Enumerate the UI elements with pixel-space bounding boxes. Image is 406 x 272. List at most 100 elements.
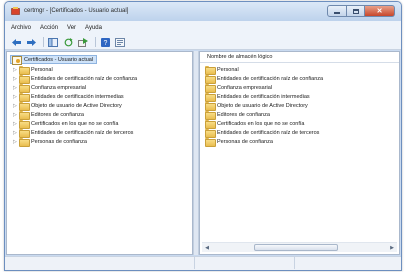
tree-item-trusted-publishers[interactable]: ▷ Editores de confianza: [13, 110, 84, 120]
tree-pane: Certificados - Usuario actual ▷ Personal …: [6, 51, 193, 255]
tree-item-personal[interactable]: ▷ Personal: [13, 65, 53, 75]
folder-icon: [19, 93, 30, 102]
tree-item-third-party-root[interactable]: ▷ Entidades de certificación raíz de terc…: [13, 128, 134, 138]
folder-icon: [205, 75, 216, 84]
status-segment: [295, 257, 399, 269]
folder-icon: [19, 75, 30, 84]
folder-icon: [205, 102, 216, 111]
list-item-label: Entidades de certificación raíz de terce…: [217, 129, 320, 136]
scroll-left-icon[interactable]: ◀: [202, 243, 212, 252]
list-item-intermediate[interactable]: Entidades de certificación intermedias: [205, 92, 310, 102]
toolbar-separator: [43, 37, 44, 47]
help-button[interactable]: ?: [99, 37, 111, 48]
folder-icon: [19, 102, 30, 111]
tree-item-label: Confianza empresarial: [31, 84, 87, 91]
tree-item-label: Entidades de certificación raíz de confi…: [31, 75, 138, 82]
back-button[interactable]: [10, 37, 22, 48]
column-header-store-name[interactable]: Nombre de almacén lógico: [200, 52, 399, 63]
properties-button[interactable]: [114, 37, 126, 48]
minimize-icon: [334, 12, 340, 14]
minimize-button[interactable]: [327, 5, 347, 17]
tree-item-label: Entidades de certificación intermedias: [31, 93, 124, 100]
refresh-icon: [64, 37, 73, 46]
export-button[interactable]: [77, 37, 89, 48]
help-icon: ?: [100, 37, 110, 47]
tree-item-intermediate[interactable]: ▷ Entidades de certificación intermedias: [13, 92, 124, 102]
tree-root-label: Certificados - Usuario actual: [24, 56, 94, 63]
tree-root-node[interactable]: Certificados - Usuario actual: [10, 55, 98, 65]
svg-text:?: ?: [103, 40, 107, 47]
tree-item-active-directory[interactable]: ▷ Objeto de usuario de Active Directory: [13, 101, 122, 111]
toolbar-separator: [95, 37, 96, 47]
menu-accion[interactable]: Acción: [40, 25, 58, 31]
folder-icon: [19, 120, 30, 129]
list-item-trusted-root[interactable]: Entidades de certificación raíz de confi…: [205, 74, 324, 84]
list-item-third-party-root[interactable]: Entidades de certificación raíz de terce…: [205, 128, 320, 138]
menu-archivo[interactable]: Archivo: [11, 25, 31, 31]
column-header-label: Nombre de almacén lógico: [207, 54, 273, 60]
refresh-button[interactable]: [62, 37, 74, 48]
folder-icon: [19, 84, 30, 93]
list-item-label: Confianza empresarial: [217, 84, 273, 91]
tree-item-label: Certificados en los que no se confía: [31, 120, 119, 127]
tree-item-enterprise-trust[interactable]: ▷ Confianza empresarial: [13, 83, 87, 93]
title-bar[interactable]: certmgr - [Certificados - Usuario actual…: [5, 2, 401, 21]
close-icon: ✕: [376, 7, 383, 15]
list-item-untrusted[interactable]: Certificados en los que no se confía: [205, 119, 304, 129]
show-hide-tree-icon: [48, 37, 58, 47]
forward-arrow-icon: [26, 38, 36, 46]
window-controls: ✕: [327, 5, 395, 17]
list-item-trusted-people[interactable]: Personas de confianza: [205, 137, 273, 147]
menu-bar: Archivo Acción Ver Ayuda: [5, 21, 401, 35]
folder-icon: [19, 66, 30, 75]
back-arrow-icon: [11, 38, 21, 46]
export-icon: [78, 37, 88, 47]
tree-item-trusted-root[interactable]: ▷ Entidades de certificación raíz de conf…: [13, 74, 138, 84]
forward-button[interactable]: [25, 37, 37, 48]
status-bar: [5, 256, 401, 270]
toolbar: ?: [5, 35, 401, 50]
maximize-button[interactable]: [347, 5, 365, 17]
list-item-label: Entidades de certificación intermedias: [217, 93, 310, 100]
tree-item-label: Personal: [31, 66, 53, 73]
tree-item-label: Personas de confianza: [31, 138, 87, 145]
scrollbar-thumb[interactable]: [254, 244, 338, 251]
certificate-store-icon: [12, 55, 22, 65]
certmgr-window: certmgr - [Certificados - Usuario actual…: [4, 1, 402, 271]
window-title: certmgr - [Certificados - Usuario actual…: [24, 8, 129, 14]
list-item-trusted-publishers[interactable]: Editores de confianza: [205, 110, 270, 120]
scroll-right-icon[interactable]: ▶: [387, 243, 397, 252]
list-pane: Nombre de almacén lógico Personal Entida…: [199, 51, 400, 255]
list-item-label: Entidades de certificación raíz de confi…: [217, 75, 324, 82]
folder-icon: [205, 93, 216, 102]
folder-icon: [19, 111, 30, 120]
main-content: Certificados - Usuario actual ▷ Personal …: [6, 51, 400, 255]
tree-item-label: Editores de confianza: [31, 111, 84, 118]
tree-item-untrusted[interactable]: ▷ Certificados en los que no se confía: [13, 119, 119, 129]
folder-icon: [19, 138, 30, 147]
folder-icon: [205, 84, 216, 93]
tree-item-trusted-people[interactable]: ▷ Personas de confianza: [13, 137, 87, 147]
tree-item-label: Objeto de usuario de Active Directory: [31, 102, 122, 109]
list-item-label: Personal: [217, 66, 239, 73]
list-item-label: Editores de confianza: [217, 111, 270, 118]
status-segment: [195, 257, 295, 269]
folder-icon: [205, 66, 216, 75]
show-hide-tree-button[interactable]: [47, 37, 59, 48]
list-item-active-directory[interactable]: Objeto de usuario de Active Directory: [205, 101, 308, 111]
menu-ver[interactable]: Ver: [67, 25, 76, 31]
list-item-enterprise-trust[interactable]: Confianza empresarial: [205, 83, 273, 93]
status-segment: [5, 257, 195, 269]
properties-icon: [115, 37, 125, 47]
folder-icon: [205, 111, 216, 120]
menu-ayuda[interactable]: Ayuda: [85, 25, 102, 31]
tree-item-label: Entidades de certificación raíz de terce…: [31, 129, 134, 136]
maximize-icon: [352, 8, 359, 14]
list-item-personal[interactable]: Personal: [205, 65, 239, 75]
list-item-label: Personas de confianza: [217, 138, 273, 145]
close-button[interactable]: ✕: [365, 5, 395, 17]
horizontal-scrollbar[interactable]: ◀ ▶: [202, 242, 397, 252]
list-item-label: Objeto de usuario de Active Directory: [217, 102, 308, 109]
certmgr-app-icon: [11, 7, 20, 15]
folder-icon: [205, 120, 216, 129]
